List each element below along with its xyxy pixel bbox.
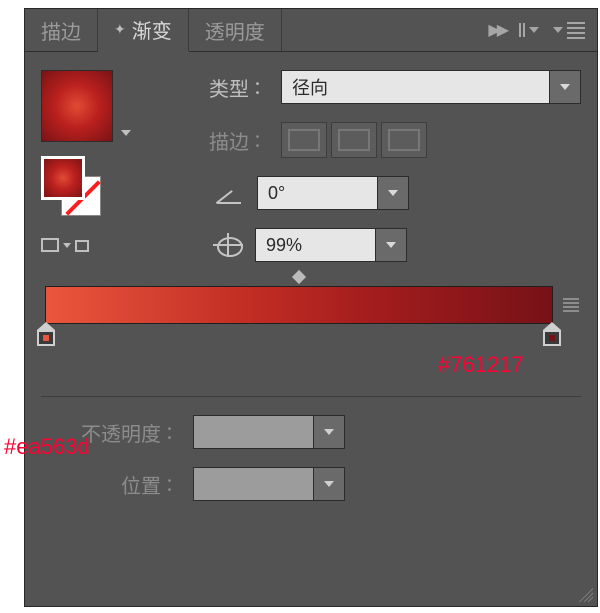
row-angle: 0° [169,176,581,210]
gradient-preview-swatch[interactable] [41,70,113,142]
tab-stroke-label: 描边 [41,16,81,45]
angle-dropdown-button[interactable] [377,177,408,209]
aspect-ratio-icon [213,233,243,257]
caret-down-icon [63,243,71,248]
position-input[interactable] [193,467,345,501]
tab-transparency-label: 透明度 [205,16,265,45]
row-aspect: 99% [169,228,581,262]
colon: ： [165,471,183,497]
reverse-gradient-button[interactable] [41,238,151,252]
stroke-mode-along-icon[interactable] [331,122,377,158]
tab-transparency[interactable]: 透明度 [189,9,282,51]
delete-stop-icon[interactable] [563,296,579,314]
tab-gradient[interactable]: ✦ 渐变 [98,9,189,52]
type-select-value: 径向 [282,74,549,100]
type-select-button[interactable] [549,71,580,103]
aspect-dropdown-button[interactable] [375,229,406,261]
colon: ： [165,419,183,445]
row-position: 位置 ： [41,467,581,501]
position-dropdown-button[interactable] [313,468,344,500]
stop-properties: 不透明度 ： 位置 ： [41,396,581,501]
panel-header-controls: ▶▶ [488,9,597,51]
fill-swatch[interactable] [41,156,85,200]
tab-stroke[interactable]: 描边 [25,9,98,51]
swatch-dropdown-icon[interactable] [121,130,131,136]
panel-tabbar: 描边 ✦ 渐变 透明度 ▶▶ [25,9,597,52]
stop-left-chip [43,335,49,341]
opacity-label: 不透明度 [41,418,161,447]
gradient-form: 类型 ： 径向 描边 ： [169,70,581,262]
dock-icon[interactable] [519,23,539,37]
square-icon [41,238,59,252]
gradient-ramp[interactable] [45,286,553,324]
stroke-mode-within-icon[interactable] [281,122,327,158]
gradient-slider[interactable] [45,286,553,324]
gradient-panel: 描边 ✦ 渐变 透明度 ▶▶ [24,8,598,607]
opacity-input[interactable] [193,415,345,449]
unsaved-indicator-icon: ✦ [114,21,126,38]
stroke-apply-mode [281,122,427,158]
angle-value: 0° [258,183,377,204]
row-stroke-apply: 描边 ： [169,122,581,158]
stroke-apply-label: 描边 [169,126,249,155]
tab-gradient-label: 渐变 [132,15,172,44]
angle-input[interactable]: 0° [257,176,409,210]
type-label: 类型 [169,73,249,102]
colon: ： [253,74,271,100]
midpoint-diamond-icon[interactable] [292,270,306,284]
type-select[interactable]: 径向 [281,70,581,104]
square-small-icon [75,240,89,252]
resize-grip-icon[interactable] [579,588,593,602]
fill-stroke-control[interactable] [41,156,101,216]
angle-icon [217,182,243,204]
panel-body: 类型 ： 径向 描边 ： [25,52,597,515]
colon: ： [253,127,271,153]
row-type: 类型 ： 径向 [169,70,581,104]
collapse-icon[interactable]: ▶▶ [488,20,505,40]
gradient-stop-left[interactable] [37,322,55,346]
aspect-input[interactable]: 99% [255,228,407,262]
opacity-dropdown-button[interactable] [313,416,344,448]
row-opacity: 不透明度 ： [41,415,581,449]
gradient-stop-right[interactable] [543,322,561,346]
stroke-mode-across-icon[interactable] [381,122,427,158]
panel-menu-icon[interactable] [553,19,585,42]
aspect-value: 99% [256,235,375,256]
stop-right-chip [549,335,555,341]
app-window: 描边 ✦ 渐变 透明度 ▶▶ [0,0,600,613]
position-label: 位置 [41,470,161,499]
swatch-column [41,70,151,252]
